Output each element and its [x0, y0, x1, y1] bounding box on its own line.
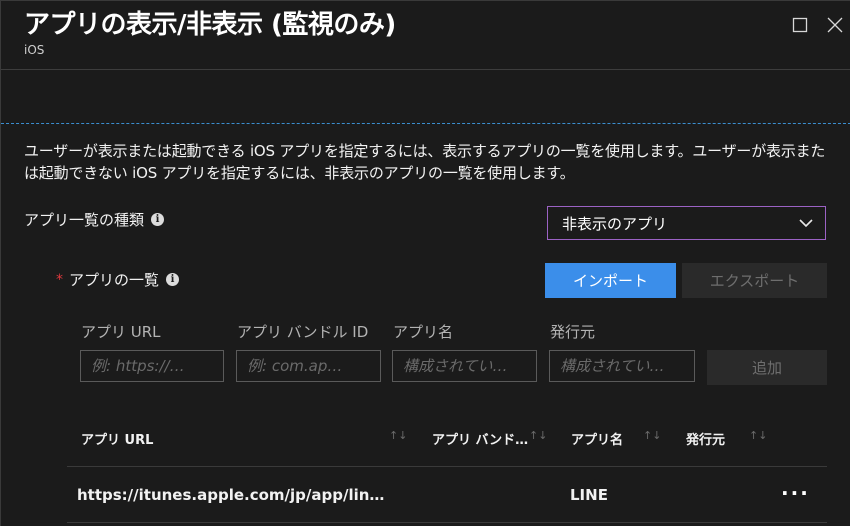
add-button[interactable]: 追加: [707, 350, 827, 385]
publisher-input[interactable]: [549, 350, 695, 382]
app-url-label: アプリ URL: [81, 323, 161, 341]
list-type-dropdown[interactable]: 非表示のアプリ: [547, 206, 826, 240]
header-divider: [1, 69, 850, 70]
column-header-app-url[interactable]: アプリ URL: [81, 429, 153, 448]
app-list-label-text: アプリの一覧: [69, 271, 160, 289]
description-text: ユーザーが表示または起動できる iOS アプリを指定するには、表示するアプリの一…: [24, 142, 826, 182]
maximize-button[interactable]: [786, 11, 814, 39]
sort-icon[interactable]: ↑↓: [643, 429, 661, 442]
maximize-icon: [792, 17, 808, 33]
row-app-name: LINE: [570, 486, 608, 504]
info-icon[interactable]: i: [151, 213, 165, 226]
sort-icon[interactable]: ↑↓: [749, 429, 767, 442]
export-button[interactable]: エクスポート: [682, 263, 827, 298]
import-button[interactable]: インポート: [545, 263, 676, 298]
row-app-url: https://itunes.apple.com/jp/app/lin…: [77, 486, 385, 504]
list-type-label-text: アプリ一覧の種類: [24, 211, 145, 229]
publisher-label: 発行元: [550, 323, 596, 341]
app-bundle-id-input[interactable]: [236, 350, 381, 382]
column-header-publisher[interactable]: 発行元: [686, 429, 725, 448]
column-header-app-name[interactable]: アプリ名: [571, 429, 623, 448]
sort-icon[interactable]: ↑↓: [389, 429, 407, 442]
chevron-down-icon: [799, 218, 813, 227]
list-type-label: アプリ一覧の種類 i: [24, 209, 165, 230]
blade-subtitle: iOS: [24, 43, 45, 57]
app-name-input[interactable]: [392, 350, 537, 382]
row-more-actions-icon[interactable]: ···: [781, 481, 810, 505]
table-row-divider: [67, 522, 827, 523]
blade-title: アプリの表示/非表示 (監視のみ): [24, 10, 396, 40]
sort-icon[interactable]: ↑↓: [529, 429, 547, 442]
app-url-input[interactable]: [80, 350, 224, 382]
content-divider: [1, 123, 850, 124]
column-header-bundle-id[interactable]: アプリ バンド…: [432, 429, 528, 448]
close-icon: [827, 17, 843, 33]
app-name-label: アプリ名: [393, 323, 454, 341]
app-bundle-id-label: アプリ バンドル ID: [237, 323, 369, 341]
app-list-label: * アプリの一覧 i: [56, 269, 180, 290]
table-row[interactable]: https://itunes.apple.com/jp/app/lin… LIN…: [67, 467, 827, 522]
list-type-selected: 非表示のアプリ: [562, 214, 668, 233]
info-icon[interactable]: i: [166, 273, 180, 286]
required-marker: *: [56, 271, 63, 288]
close-button[interactable]: [821, 11, 849, 39]
